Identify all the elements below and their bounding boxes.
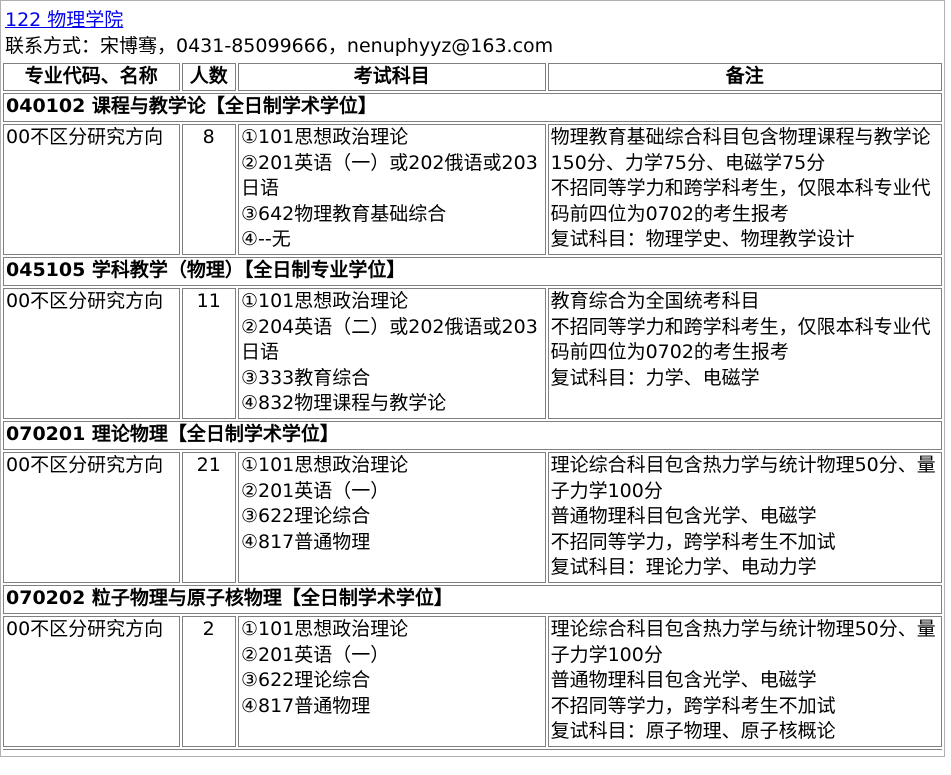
subjects-cell: ①101思想政治理论 ②201英语（一） ③622理论综合 ④817普通物理 xyxy=(237,452,546,583)
note-item: 普通物理科目包含光学、电磁学 xyxy=(550,669,817,691)
subject-item: ④832物理课程与教学论 xyxy=(240,392,447,414)
subject-item: ②201英语（一）或202俄语或203日语 xyxy=(240,151,538,200)
note-item: 物理教育基础综合科目包含物理课程与教学论150分、力学75分、电磁学75分 xyxy=(550,126,931,174)
note-item: 不招同等学力，跨学科考生不加试 xyxy=(550,530,836,553)
notes-cell: 理论综合科目包含热力学与统计物理50分、量子力学100分 普通物理科目包含光学、… xyxy=(547,452,942,583)
note-item: 复试科目：力学、电磁学 xyxy=(550,366,760,389)
program-row: 00不区分研究方向 2 ①101思想政治理论 ②201英语（一） ③622理论综… xyxy=(3,616,942,747)
direction-cell: 00不区分研究方向 xyxy=(3,124,180,255)
col-header-subjects: 考试科目 xyxy=(237,63,546,91)
subject-item: ③333教育综合 xyxy=(240,366,371,389)
col-header-major: 专业代码、名称 xyxy=(3,63,180,91)
count-cell: 21 xyxy=(181,452,236,583)
section-row: 045105 学科教学（物理）【全日制专业学位】 xyxy=(3,257,942,286)
note-item: 理论综合科目包含热力学与统计物理50分、量子力学100分 xyxy=(550,618,936,666)
notes-cell: 教育综合为全国统考科目 不招同等学力和跨学科考生，仅限本科专业代码前四位为070… xyxy=(547,288,942,419)
table-continuation xyxy=(3,749,942,756)
section-row: 070202 粒子物理与原子核物理【全日制学术学位】 xyxy=(3,585,942,614)
section-title: 040102 课程与教学论【全日制学术学位】 xyxy=(3,93,942,122)
subject-item: ②201英语（一） xyxy=(240,643,390,666)
direction-cell: 00不区分研究方向 xyxy=(3,288,180,419)
subject-item: ①101思想政治理论 xyxy=(240,454,409,476)
subject-item: ②204英语（二）或202俄语或203日语 xyxy=(240,315,538,364)
note-item: 教育综合为全国统考科目 xyxy=(550,290,760,312)
count-cell: 8 xyxy=(181,124,236,255)
subject-item: ①101思想政治理论 xyxy=(240,290,409,312)
program-row: 00不区分研究方向 11 ①101思想政治理论 ②204英语（二）或202俄语或… xyxy=(3,288,942,419)
subjects-cell: ①101思想政治理论 ②201英语（一）或202俄语或203日语 ③642物理教… xyxy=(237,124,546,255)
subject-item: ②201英语（一） xyxy=(240,479,390,502)
subject-item: ④--无 xyxy=(240,228,291,250)
section-row: 040102 课程与教学论【全日制学术学位】 xyxy=(3,93,942,122)
subject-item: ③622理论综合 xyxy=(240,505,371,527)
table-header-row: 专业代码、名称 人数 考试科目 备注 xyxy=(3,63,942,91)
col-header-notes: 备注 xyxy=(547,63,942,91)
note-item: 不招同等学力和跨学科考生，仅限本科专业代码前四位为0702的考生报考 xyxy=(550,177,931,225)
admissions-panel: 122 物理学院 联系方式：宋博骞，0431-85099666，nenuphyy… xyxy=(0,0,945,757)
subjects-cell: ①101思想政治理论 ②201英语（一） ③622理论综合 ④817普通物理 xyxy=(237,616,546,747)
contact-info: 联系方式：宋博骞，0431-85099666，nenuphyyz@163.com xyxy=(5,35,554,57)
note-item: 不招同等学力和跨学科考生，仅限本科专业代码前四位为0702的考生报考 xyxy=(550,315,931,364)
note-item: 复试科目：原子物理、原子核概论 xyxy=(550,720,836,742)
notes-cell: 物理教育基础综合科目包含物理课程与教学论150分、力学75分、电磁学75分 不招… xyxy=(547,124,942,255)
subjects-cell: ①101思想政治理论 ②204英语（二）或202俄语或203日语 ③333教育综… xyxy=(237,288,546,419)
panel-header: 122 物理学院 联系方式：宋博骞，0431-85099666，nenuphyy… xyxy=(1,1,944,61)
subject-item: ③642物理教育基础综合 xyxy=(240,202,447,225)
program-row: 00不区分研究方向 8 ①101思想政治理论 ②201英语（一）或202俄语或2… xyxy=(3,124,942,255)
subject-item: ①101思想政治理论 xyxy=(240,126,409,148)
school-link[interactable]: 122 物理学院 xyxy=(5,9,123,31)
subject-item: ③622理论综合 xyxy=(240,669,371,691)
note-item: 复试科目：理论力学、电动力学 xyxy=(550,556,817,578)
subject-item: ④817普通物理 xyxy=(240,530,371,553)
direction-cell: 00不区分研究方向 xyxy=(3,452,180,583)
note-item: 理论综合科目包含热力学与统计物理50分、量子力学100分 xyxy=(550,454,936,502)
section-title: 070201 理论物理【全日制学术学位】 xyxy=(3,421,942,450)
section-row: 070201 理论物理【全日制学术学位】 xyxy=(3,421,942,450)
count-cell: 2 xyxy=(181,616,236,747)
note-item: 普通物理科目包含光学、电磁学 xyxy=(550,505,817,527)
note-item: 不招同等学力，跨学科考生不加试 xyxy=(550,694,836,717)
section-title: 045105 学科教学（物理）【全日制专业学位】 xyxy=(3,257,942,286)
note-item: 复试科目：物理学史、物理教学设计 xyxy=(550,228,855,250)
count-cell: 11 xyxy=(181,288,236,419)
program-row: 00不区分研究方向 21 ①101思想政治理论 ②201英语（一） ③622理论… xyxy=(3,452,942,583)
subject-item: ④817普通物理 xyxy=(240,694,371,717)
col-header-count: 人数 xyxy=(181,63,236,91)
program-table: 专业代码、名称 人数 考试科目 备注 040102 课程与教学论【全日制学术学位… xyxy=(1,61,944,749)
subject-item: ①101思想政治理论 xyxy=(240,618,409,640)
section-title: 070202 粒子物理与原子核物理【全日制学术学位】 xyxy=(3,585,942,614)
direction-cell: 00不区分研究方向 xyxy=(3,616,180,747)
notes-cell: 理论综合科目包含热力学与统计物理50分、量子力学100分 普通物理科目包含光学、… xyxy=(547,616,942,747)
